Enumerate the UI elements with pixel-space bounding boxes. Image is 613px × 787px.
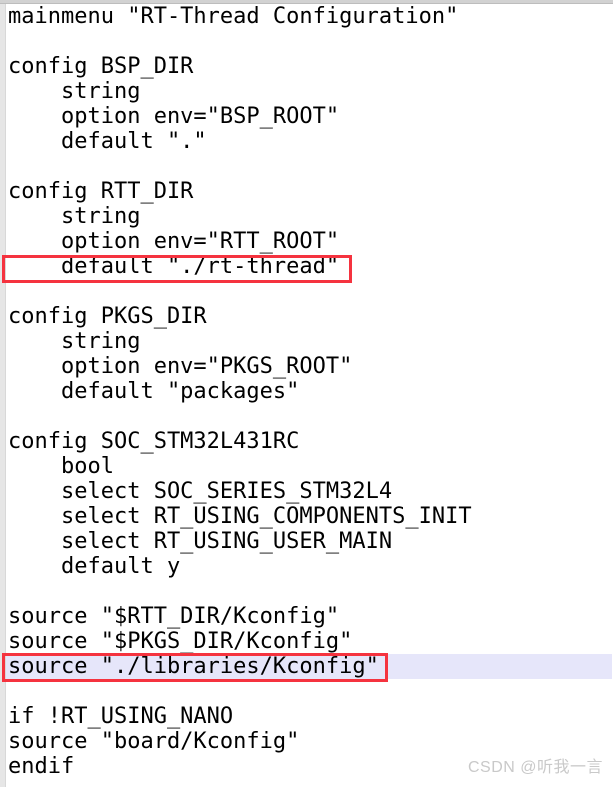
code-line[interactable]: mainmenu "RT-Thread Configuration" (7, 4, 613, 29)
code-line-text: if !RT_USING_NANO (8, 704, 234, 729)
code-line-text: config SOC_STM32L431RC (8, 429, 300, 454)
code-line-text: select SOC_SERIES_STM32L4 (8, 479, 393, 504)
code-line[interactable]: source "board/Kconfig" (7, 729, 613, 754)
code-line[interactable]: config BSP_DIR (7, 54, 613, 79)
code-line-text: default "." (8, 129, 207, 154)
code-line-text: source "board/Kconfig" (8, 729, 300, 754)
code-line[interactable]: source "$RTT_DIR/Kconfig" (7, 604, 613, 629)
code-line-text: config RTT_DIR (8, 179, 194, 204)
code-line[interactable]: default "./rt-thread" (7, 254, 613, 279)
code-line[interactable]: if !RT_USING_NANO (7, 704, 613, 729)
code-line-blank[interactable] (7, 29, 613, 54)
code-line-text: source "./libraries/Kconfig" (8, 654, 379, 679)
code-line[interactable]: string (7, 329, 613, 354)
code-line[interactable]: option env="RTT_ROOT" (7, 229, 613, 254)
code-line-text: source "$PKGS_DIR/Kconfig" (8, 629, 353, 654)
code-line-text: string (8, 79, 141, 104)
code-line-text: option env="RTT_ROOT" (8, 229, 340, 254)
code-line[interactable]: source "$PKGS_DIR/Kconfig" (7, 629, 613, 654)
code-line-text: string (8, 204, 141, 229)
code-line[interactable]: default y (7, 554, 613, 579)
code-line[interactable]: bool (7, 454, 613, 479)
code-line[interactable]: option env="PKGS_ROOT" (7, 354, 613, 379)
code-line-text: string (8, 329, 141, 354)
code-line[interactable]: default "packages" (7, 379, 613, 404)
code-line[interactable]: select SOC_SERIES_STM32L4 (7, 479, 613, 504)
code-line-text: endif (8, 754, 75, 779)
code-line[interactable]: string (7, 79, 613, 104)
code-line-blank[interactable] (7, 404, 613, 429)
code-line-text: default y (8, 554, 181, 579)
code-line-text: config PKGS_DIR (8, 304, 207, 329)
code-line[interactable]: select RT_USING_COMPONENTS_INIT (7, 504, 613, 529)
code-line-blank[interactable] (7, 154, 613, 179)
code-line-text: default "./rt-thread" (8, 254, 340, 279)
code-line-text: bool (8, 454, 114, 479)
code-line[interactable]: source "./libraries/Kconfig" (6, 654, 613, 679)
code-line[interactable]: config PKGS_DIR (7, 304, 613, 329)
code-line[interactable]: config RTT_DIR (7, 179, 613, 204)
code-line-text: mainmenu "RT-Thread Configuration" (8, 4, 459, 29)
code-line-text: select RT_USING_COMPONENTS_INIT (8, 504, 472, 529)
code-line-text: select RT_USING_USER_MAIN (8, 529, 393, 554)
code-line-blank[interactable] (7, 679, 613, 704)
code-line[interactable]: select RT_USING_USER_MAIN (7, 529, 613, 554)
code-line-blank[interactable] (7, 579, 613, 604)
code-line-text: source "$RTT_DIR/Kconfig" (8, 604, 340, 629)
code-line-blank[interactable] (7, 279, 613, 304)
code-line-text: config BSP_DIR (8, 54, 194, 79)
code-line-text: default "packages" (8, 379, 300, 404)
editor-window: mainmenu "RT-Thread Configuration" config… (0, 0, 613, 787)
code-line[interactable]: config SOC_STM32L431RC (7, 429, 613, 454)
code-line[interactable]: default "." (7, 129, 613, 154)
code-line-text: option env="BSP_ROOT" (8, 104, 340, 129)
code-line[interactable]: option env="BSP_ROOT" (7, 104, 613, 129)
code-line[interactable]: string (7, 204, 613, 229)
code-text-area[interactable]: mainmenu "RT-Thread Configuration" config… (6, 4, 613, 787)
code-line-text: option env="PKGS_ROOT" (8, 354, 353, 379)
csdn-watermark: CSDN @听我一言 (467, 759, 603, 776)
